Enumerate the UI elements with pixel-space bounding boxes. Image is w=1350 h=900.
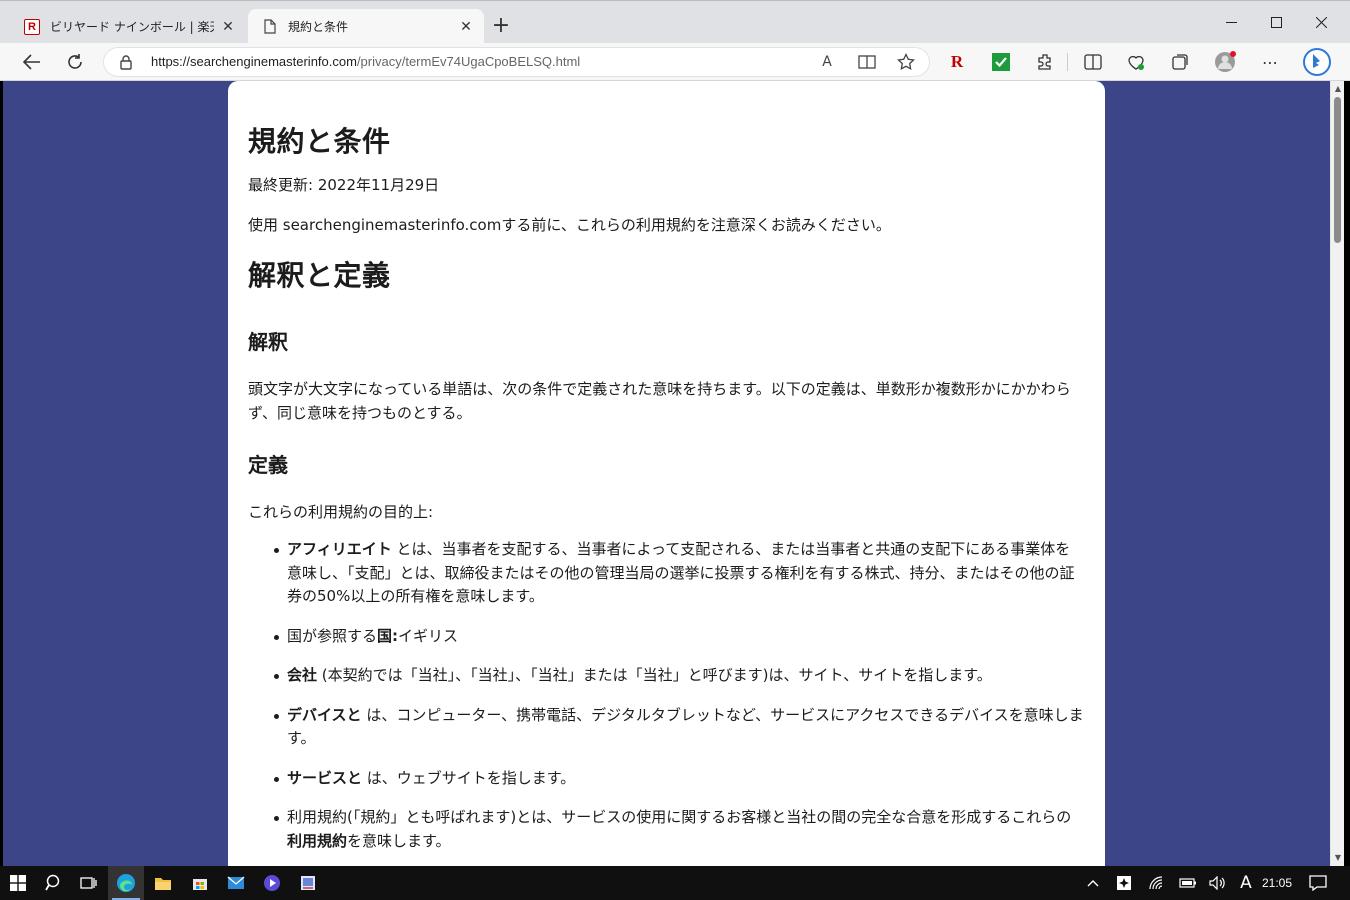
- definitions-list: アフィリエイト とは、当事者を支配する、当事者によって支配される、または当事者と…: [248, 538, 1085, 853]
- store-icon[interactable]: [182, 866, 218, 900]
- tab-title: ビリヤード ナインボール | 楽天ポイント:: [50, 20, 214, 34]
- browser-essentials-icon[interactable]: [1125, 51, 1147, 73]
- tab-terms[interactable]: 規約と条件 ✕: [248, 9, 484, 44]
- address-bar[interactable]: https://searchenginemasterinfo.com/priva…: [103, 47, 930, 77]
- close-icon[interactable]: ✕: [458, 19, 474, 35]
- list-item: 会社 (本契約では「当社」、「当社」、「当社」または「当社」と呼びます)は、サイ…: [274, 664, 1085, 688]
- notifications-icon[interactable]: [1300, 866, 1336, 900]
- scroll-up-arrow-icon[interactable]: ▲: [1333, 84, 1343, 94]
- mail-icon[interactable]: [218, 866, 254, 900]
- tab-strip: R ビリヤード ナインボール | 楽天ポイント: ✕ 規約と条件 ✕ +: [0, 0, 1350, 44]
- interpretation-text: 頭文字が大文字になっている単語は、次の条件で定義された意味を持ちます。以下の定義…: [248, 380, 1071, 422]
- page-title: 規約と条件: [248, 125, 391, 158]
- section-heading: 解釈と定義: [248, 259, 391, 292]
- toolbar-divider: [1067, 53, 1068, 71]
- vertical-scrollbar[interactable]: ▲ ▼: [1330, 81, 1344, 866]
- search-icon[interactable]: [36, 866, 72, 900]
- lock-icon[interactable]: [119, 54, 135, 70]
- refresh-button[interactable]: [60, 47, 90, 77]
- tab-title: 規約と条件: [288, 20, 349, 34]
- favorite-star-icon[interactable]: [894, 51, 918, 73]
- split-screen-icon[interactable]: [1082, 51, 1104, 73]
- media-player-icon[interactable]: [254, 866, 290, 900]
- maximize-button[interactable]: [1253, 1, 1299, 44]
- start-button[interactable]: [0, 866, 36, 900]
- list-item: 利用規約(「規約」とも呼ばれます)とは、サービスの使用に関するお客様と当社の間の…: [274, 806, 1085, 853]
- url-text[interactable]: https://searchenginemasterinfo.com/priva…: [151, 54, 580, 69]
- new-tab-button[interactable]: +: [489, 15, 513, 39]
- content-card: 規約と条件 最終更新: 2022年11月29日 使用 searchenginem…: [228, 81, 1105, 866]
- tab-rakuten[interactable]: R ビリヤード ナインボール | 楽天ポイント: ✕: [10, 9, 246, 44]
- checkmark-extension-icon[interactable]: [990, 51, 1012, 73]
- list-item: 国が参照する国:イギリス: [274, 625, 1085, 649]
- task-view-icon[interactable]: [71, 866, 107, 900]
- browser-toolbar: https://searchenginemasterinfo.com/priva…: [0, 43, 1350, 81]
- close-icon[interactable]: ✕: [220, 19, 236, 35]
- rakuten-icon: R: [24, 18, 40, 35]
- profile-avatar[interactable]: [1214, 51, 1236, 73]
- snipping-tool-icon[interactable]: [290, 866, 326, 900]
- minimize-button[interactable]: [1208, 1, 1254, 44]
- collections-icon[interactable]: [1169, 51, 1191, 73]
- extensions-icon[interactable]: [1034, 51, 1056, 73]
- definitions-intro: これらの利用規約の目的上:: [248, 503, 434, 521]
- read-aloud-icon[interactable]: A: [815, 51, 839, 73]
- close-window-button[interactable]: [1298, 1, 1344, 44]
- edge-taskbar-icon[interactable]: [108, 866, 144, 900]
- immersive-reader-icon[interactable]: [855, 51, 879, 73]
- bing-copilot-icon[interactable]: [1303, 48, 1331, 76]
- clock[interactable]: 21:05: [1256, 866, 1298, 900]
- rakuten-extension-icon[interactable]: R: [946, 51, 968, 73]
- page-viewport: 規約と条件 最終更新: 2022年11月29日 使用 searchenginem…: [3, 81, 1330, 866]
- back-button[interactable]: [17, 47, 47, 77]
- last-updated: 最終更新: 2022年11月29日: [248, 176, 440, 194]
- definitions-heading: 定義: [248, 453, 288, 477]
- scrollbar-thumb[interactable]: [1334, 97, 1341, 243]
- scroll-down-arrow-icon[interactable]: ▼: [1333, 853, 1343, 863]
- tray-app-icon[interactable]: [1106, 866, 1142, 900]
- list-item: デバイスと は、コンピューター、携帯電話、デジタルタブレットなど、サービスにアク…: [274, 704, 1085, 751]
- list-item: アフィリエイト とは、当事者を支配する、当事者によって支配される、または当事者と…: [274, 538, 1085, 609]
- interpretation-heading: 解釈: [248, 330, 288, 354]
- more-options-icon[interactable]: ⋯: [1259, 51, 1281, 73]
- intro-text: 使用 searchenginemasterinfo.comする前に、これらの利用…: [248, 216, 891, 234]
- file-explorer-icon[interactable]: [145, 866, 181, 900]
- page-icon: [262, 19, 278, 35]
- list-item: サービスと は、ウェブサイトを指します。: [274, 767, 1085, 791]
- windows-taskbar: A 21:05: [0, 866, 1350, 900]
